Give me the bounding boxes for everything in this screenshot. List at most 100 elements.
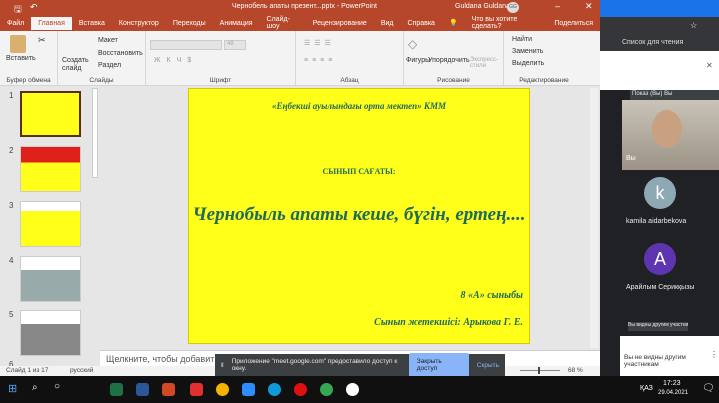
more-icon[interactable]: ⋮ bbox=[710, 350, 718, 359]
group-label: Шрифт bbox=[209, 77, 232, 84]
edge-icon[interactable] bbox=[268, 383, 281, 396]
screen-share-bar: ‖ Приложение "meet.google.com" предостав… bbox=[215, 353, 505, 377]
undo-icon[interactable]: ↶ bbox=[30, 2, 38, 13]
tab-slideshow[interactable]: Слайд-шоу bbox=[260, 13, 306, 33]
slide-canvas[interactable]: «Еңбекші ауылындағы орта мектеп» КММ СЫН… bbox=[188, 88, 530, 344]
slide-title[interactable]: Чернобыль апаты кеше, бүгін, ертең.... bbox=[189, 204, 529, 226]
tab-file[interactable]: Файл bbox=[0, 17, 31, 30]
paragraph-group: ☰☰☰ ≡≡≡≡ Абзац bbox=[296, 31, 404, 86]
tab-transitions[interactable]: Переходы bbox=[166, 17, 213, 30]
windows-start-icon[interactable]: ⊞ bbox=[8, 382, 17, 395]
align-icons[interactable]: ≡≡≡≡ bbox=[304, 57, 336, 64]
school-name[interactable]: «Еңбекші ауылындағы орта мектеп» КММ bbox=[189, 101, 529, 111]
stop-sharing-button[interactable]: Закрыть доступ bbox=[408, 353, 469, 377]
teacher-label[interactable]: Сынып жетекшісі: Арыкова Г. Е. bbox=[374, 317, 523, 328]
language-indicator[interactable]: русский bbox=[70, 367, 93, 374]
tab-help[interactable]: Справка bbox=[400, 17, 441, 30]
tab-view[interactable]: Вид bbox=[374, 17, 401, 30]
drag-handle-icon[interactable]: ‖ bbox=[221, 362, 224, 369]
excel-icon[interactable] bbox=[110, 383, 123, 396]
notifications-icon[interactable]: 🗨 bbox=[702, 383, 715, 394]
word-icon[interactable] bbox=[136, 383, 149, 396]
powerpoint-window: 🖫 ↶ Чернобель апаты презент...pptx - Pow… bbox=[0, 0, 600, 376]
class-label[interactable]: 8 «А» сыныбы bbox=[461, 290, 523, 301]
slide-counter: Слайд 1 из 17 bbox=[6, 367, 49, 374]
shapes-button[interactable]: Фигуры bbox=[406, 57, 430, 64]
self-video[interactable]: Вы bbox=[622, 100, 719, 170]
zoom-slider-thumb[interactable] bbox=[538, 367, 540, 374]
paste-icon[interactable] bbox=[10, 35, 26, 53]
language-indicator[interactable]: ҚАЗ bbox=[640, 385, 653, 392]
yandex-browser-icon[interactable] bbox=[346, 383, 359, 396]
font-name-select[interactable] bbox=[150, 40, 222, 50]
group-label: Абзац bbox=[340, 77, 359, 84]
chrome-icon[interactable] bbox=[216, 383, 229, 396]
powerpoint-icon[interactable] bbox=[162, 383, 175, 396]
clock-date[interactable]: 29.04.2021 bbox=[658, 390, 688, 396]
you-short: Вы bbox=[664, 91, 673, 97]
meet-window: ☆ Список для чтения ✕ Показ (Вы) Вы Вы k… bbox=[600, 0, 719, 376]
search-icon[interactable]: ⌕ bbox=[32, 382, 38, 393]
chrome-icon-2[interactable] bbox=[320, 383, 333, 396]
replace-button[interactable]: Заменить bbox=[512, 48, 543, 55]
tell-me-input[interactable]: Что вы хотите сделать? bbox=[465, 13, 548, 33]
find-button[interactable]: Найти bbox=[512, 36, 532, 43]
cortana-icon[interactable]: ○ bbox=[54, 381, 60, 392]
visibility-badge: Вы видны другим участникам bbox=[628, 322, 688, 331]
close-icon[interactable]: ✕ bbox=[706, 61, 713, 70]
group-label: Редактирование bbox=[519, 77, 569, 84]
slide-subtitle[interactable]: СЫНЫП САҒАТЫ: bbox=[189, 167, 529, 176]
paste-button[interactable]: Вставить bbox=[6, 55, 36, 62]
font-format-buttons[interactable]: ЖКЧ$ bbox=[154, 57, 197, 64]
thumbnail-5[interactable] bbox=[20, 310, 81, 356]
tab-home[interactable]: Главная bbox=[31, 16, 72, 30]
window-title: Чернобель апаты презент...pptx - PowerPo… bbox=[232, 3, 377, 10]
close-icon[interactable]: ✕ bbox=[585, 1, 593, 12]
quick-styles-button[interactable]: Экспресс-стили bbox=[470, 57, 500, 69]
select-button[interactable]: Выделить bbox=[512, 60, 544, 67]
list-icons[interactable]: ☰☰☰ bbox=[304, 39, 335, 47]
ribbon: Вставить ✂ Буфер обмена Создать слайд Ма… bbox=[0, 31, 600, 86]
layout-button[interactable]: Макет bbox=[98, 37, 118, 44]
meet-header: ✕ bbox=[600, 51, 719, 90]
star-icon[interactable]: ☆ bbox=[690, 21, 697, 30]
group-label: Рисование bbox=[437, 77, 470, 84]
font-size-select[interactable]: 48 bbox=[224, 40, 246, 50]
zoom-level[interactable]: 68 % bbox=[568, 367, 583, 374]
editor-scrollbar[interactable] bbox=[590, 88, 598, 348]
reset-button[interactable]: Восстановить bbox=[98, 50, 143, 57]
section-button[interactable]: Раздел bbox=[98, 62, 121, 69]
minimize-icon[interactable]: – bbox=[555, 1, 560, 11]
arrange-button[interactable]: Упорядочить bbox=[428, 57, 470, 64]
thumbnail-4[interactable] bbox=[20, 256, 81, 302]
tab-animations[interactable]: Анимация bbox=[213, 17, 260, 30]
tab-review[interactable]: Рецензирование bbox=[306, 17, 374, 30]
avatar[interactable]: GG bbox=[507, 2, 519, 13]
ribbon-tabs: Файл Главная Вставка Конструктор Переход… bbox=[0, 15, 600, 31]
share-button[interactable]: Поделиться bbox=[547, 17, 600, 30]
yandex-icon[interactable] bbox=[190, 383, 203, 396]
cut-icon[interactable]: ✂ bbox=[38, 35, 46, 46]
thumb-number: 2 bbox=[9, 146, 14, 155]
clock-time[interactable]: 17:23 bbox=[663, 380, 681, 387]
thumbnail-1[interactable] bbox=[20, 91, 81, 137]
opera-icon[interactable] bbox=[294, 383, 307, 396]
new-slide-button[interactable]: Создать слайд bbox=[62, 57, 89, 73]
font-group: 48 ЖКЧ$ Шрифт bbox=[146, 31, 296, 86]
shapes-icon[interactable]: ◇ bbox=[408, 37, 417, 51]
thumb-number: 5 bbox=[9, 310, 14, 319]
thumbnail-3[interactable] bbox=[20, 201, 81, 247]
thumbnail-2[interactable] bbox=[20, 146, 81, 192]
slide-thumbnails[interactable]: 1 2 3 4 5 6 bbox=[0, 86, 100, 369]
reading-list[interactable]: Список для чтения bbox=[600, 37, 719, 51]
hide-button[interactable]: Скрыть bbox=[477, 362, 499, 369]
zoom-icon[interactable] bbox=[242, 383, 255, 396]
zoom-slider[interactable] bbox=[520, 370, 560, 371]
participant-avatar: k bbox=[644, 177, 676, 209]
presenting-label: Показ (Вы) bbox=[632, 91, 663, 97]
tab-insert[interactable]: Вставка bbox=[72, 17, 112, 30]
tab-design[interactable]: Конструктор bbox=[112, 17, 166, 30]
group-label: Буфер обмена bbox=[6, 77, 51, 84]
presenting-tile[interactable]: Показ (Вы) Вы bbox=[630, 90, 719, 100]
thumbnail-scrollbar[interactable] bbox=[92, 88, 98, 178]
